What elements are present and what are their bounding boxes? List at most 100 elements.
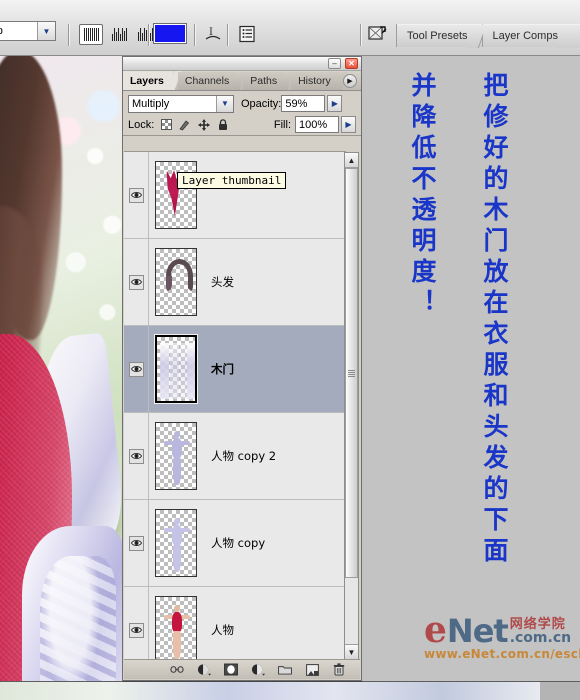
minimize-button[interactable]: –: [328, 58, 341, 69]
lock-image-icon[interactable]: [179, 119, 191, 131]
warp-text-button[interactable]: I: [200, 22, 226, 46]
layer-visibility-toggle[interactable]: [124, 152, 149, 238]
layer-visibility-toggle[interactable]: [124, 326, 149, 412]
table-row[interactable]: 人物: [124, 587, 346, 661]
close-button[interactable]: ✕: [345, 58, 358, 69]
link-layers-icon[interactable]: [170, 663, 184, 677]
fill-label: Fill:: [273, 118, 291, 131]
scroll-up-button[interactable]: ▲: [345, 153, 358, 168]
adjustment-layer-icon[interactable]: [251, 663, 265, 677]
scrollbar-thumb[interactable]: [345, 168, 358, 578]
canvas-bottom-strip-right: [540, 681, 580, 700]
eye-icon: [130, 366, 142, 372]
layer-mask-icon[interactable]: [224, 663, 238, 677]
thumbnail-art-figure: [164, 605, 190, 659]
chevron-down-icon: ▼: [347, 647, 356, 657]
lock-label: Lock:: [128, 118, 155, 131]
tab-channels[interactable]: Channels: [177, 72, 239, 90]
new-layer-icon[interactable]: [305, 663, 319, 677]
blend-mode-select[interactable]: Multiply ▼: [128, 94, 234, 113]
palette-well-icon: [368, 26, 387, 40]
anti-alias-select[interactable]: arp ▼: [0, 21, 56, 41]
layer-list-scrollbar[interactable]: ▲ ▼: [344, 152, 359, 660]
layer-name[interactable]: 人物: [211, 622, 234, 638]
lock-position-icon[interactable]: [198, 118, 211, 131]
layer-thumbnail[interactable]: [155, 248, 197, 316]
opacity-label: Opacity:: [241, 97, 282, 110]
align-center-button[interactable]: [107, 24, 131, 45]
scroll-down-button[interactable]: ▼: [345, 644, 358, 659]
watermark-domain: .com.cn: [509, 629, 572, 646]
watermark-url: www.eNet.com.cn/eschool: [424, 646, 580, 661]
tab-channels-label: Channels: [184, 75, 230, 87]
lock-all-icon[interactable]: [217, 118, 229, 131]
document-canvas[interactable]: [0, 56, 122, 681]
tab-paths[interactable]: Paths: [243, 72, 287, 90]
canvas-bottom-strip: [0, 681, 540, 700]
toolbar-divider-5: [360, 24, 362, 46]
tab-layers-label: Layers: [130, 74, 164, 87]
tab-tool-presets-label: Tool Presets: [407, 30, 468, 42]
watermark: e Net 网络学院 .com.cn www.eNet.com.cn/escho…: [424, 612, 580, 664]
chevron-up-icon: ▲: [347, 155, 356, 165]
layer-thumbnail[interactable]: [154, 334, 198, 404]
new-group-icon[interactable]: [278, 663, 292, 677]
opacity-slider-button[interactable]: ▶: [327, 95, 343, 112]
toolbar-divider: [68, 24, 70, 46]
layer-thumbnail[interactable]: [155, 596, 197, 661]
eye-icon: [130, 192, 142, 198]
layer-name[interactable]: 头发: [211, 274, 234, 290]
lock-transparency-icon[interactable]: [160, 119, 172, 131]
panel-titlebar[interactable]: – ✕: [123, 57, 361, 71]
table-row[interactable]: [124, 152, 346, 239]
photo-door-lower-detail: [40, 556, 116, 681]
chevron-down-icon[interactable]: ▼: [37, 22, 55, 40]
character-palette-button[interactable]: [234, 22, 260, 46]
layer-visibility-toggle[interactable]: [124, 413, 149, 499]
palette-well-filler: [560, 24, 580, 48]
layers-panel: – ✕ Layers Channels Paths History ▶ Mult: [122, 56, 362, 681]
thumbnail-art-door: [157, 337, 195, 401]
fill-input[interactable]: 100%: [295, 116, 339, 133]
close-icon: ✕: [348, 58, 355, 68]
grip-icon: [348, 369, 355, 377]
layer-thumbnail[interactable]: [155, 509, 197, 577]
layer-thumbnail[interactable]: [155, 422, 197, 490]
palette-well-button[interactable]: [364, 22, 390, 46]
toolbar-divider-4: [227, 24, 229, 46]
layer-visibility-toggle[interactable]: [124, 500, 149, 586]
panel-tab-strip: Layers Channels Paths History ▶: [123, 71, 361, 91]
layer-name[interactable]: 人物 copy 2: [211, 448, 276, 464]
thumbnail-art-figure: [164, 518, 190, 572]
thumbnail-art-figure: [164, 431, 190, 485]
layer-list[interactable]: 头发 木门 人物 copy 2 人物 copy 人物: [124, 151, 346, 661]
anti-alias-value: arp: [0, 25, 37, 37]
opacity-input[interactable]: 59%: [281, 95, 326, 112]
eye-icon: [130, 279, 142, 285]
layer-name[interactable]: 人物 copy: [211, 535, 265, 551]
layer-style-icon[interactable]: [197, 663, 211, 677]
character-paragraph-palette-icon: [239, 25, 255, 43]
tooltip-layer-thumbnail: Layer thumbnail: [177, 172, 287, 189]
tab-history[interactable]: History: [291, 72, 340, 90]
toolbar-divider-2: [148, 24, 150, 46]
fill-slider-button[interactable]: ▶: [341, 116, 356, 133]
annotation-text-column-2: 并降低不透明度！: [408, 72, 437, 320]
blend-mode-row: Multiply ▼ Opacity: 59% ▶: [123, 91, 361, 114]
tab-tool-presets[interactable]: Tool Presets: [397, 24, 483, 47]
delete-layer-icon[interactable]: [332, 663, 346, 677]
chevron-down-icon[interactable]: ▼: [216, 95, 233, 112]
text-color-swatch[interactable]: [153, 23, 187, 44]
table-row[interactable]: 人物 copy 2: [124, 413, 346, 500]
align-right-icon: [137, 28, 153, 41]
layer-name[interactable]: 木门: [211, 361, 234, 377]
tab-layers[interactable]: Layers: [123, 71, 173, 90]
table-row[interactable]: 木门: [124, 326, 346, 413]
layer-visibility-toggle[interactable]: [124, 239, 149, 325]
table-row[interactable]: 头发: [124, 239, 346, 326]
align-left-button[interactable]: [79, 24, 103, 45]
table-row[interactable]: 人物 copy: [124, 500, 346, 587]
tab-paths-label: Paths: [250, 75, 278, 87]
panel-menu-icon[interactable]: ▶: [343, 74, 357, 88]
layer-visibility-toggle[interactable]: [124, 587, 149, 661]
